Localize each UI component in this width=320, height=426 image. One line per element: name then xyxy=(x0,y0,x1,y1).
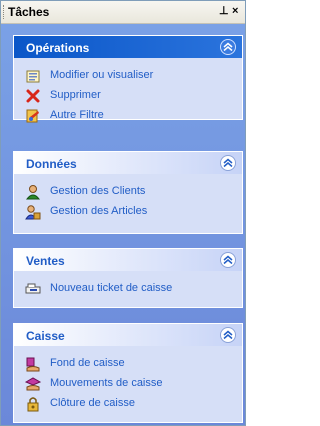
task-label: Gestion des Clients xyxy=(50,185,146,197)
cash-movements-icon xyxy=(25,377,41,391)
task-gestion-articles[interactable]: Gestion des Articles xyxy=(14,202,242,222)
cash-ticket-icon xyxy=(25,283,41,294)
group-header-donnees[interactable]: Données xyxy=(14,152,242,174)
task-autre-filtre[interactable]: Autre Filtre xyxy=(14,106,242,126)
collapse-chevron-icon[interactable] xyxy=(220,327,236,343)
collapse-chevron-icon[interactable] xyxy=(220,155,236,171)
task-nouveau-ticket[interactable]: Nouveau ticket de caisse xyxy=(14,279,242,299)
cash-closing-icon xyxy=(27,397,39,412)
task-label: Gestion des Articles xyxy=(50,205,148,217)
task-pane: Tâches ⊥ × Opérations Modifier ou visual… xyxy=(0,0,246,426)
group-title: Opérations xyxy=(26,41,90,55)
task-pane-title: Tâches xyxy=(8,5,50,19)
articles-person-icon xyxy=(25,205,41,220)
group-operations: Opérations Modifier ou visualiser Suppri… xyxy=(13,35,243,123)
close-icon[interactable]: × xyxy=(232,5,238,17)
task-label: Fond de caisse xyxy=(50,357,125,369)
task-label: Nouveau ticket de caisse xyxy=(50,282,173,294)
edit-document-icon xyxy=(26,70,40,83)
task-label: Autre Filtre xyxy=(50,109,104,121)
group-header-ventes[interactable]: Ventes xyxy=(14,249,242,271)
task-label: Mouvements de caisse xyxy=(50,377,163,389)
task-pane-titlebar: Tâches ⊥ × xyxy=(1,1,245,24)
task-label: Supprimer xyxy=(50,89,101,101)
group-title: Caisse xyxy=(26,329,65,343)
task-fond-de-caisse[interactable]: Fond de caisse xyxy=(14,354,242,374)
group-caisse: Caisse Fond de caisse Mouvements de cais… xyxy=(13,323,243,423)
task-supprimer[interactable]: Supprimer xyxy=(14,86,242,106)
delete-x-icon xyxy=(26,89,40,103)
task-cloture-caisse[interactable]: Clôture de caisse xyxy=(14,394,242,414)
task-modifier[interactable]: Modifier ou visualiser xyxy=(14,66,242,86)
group-donnees: Données Gestion des Clients Gestion des … xyxy=(13,151,243,234)
filter-icon xyxy=(26,109,39,123)
task-mouvements-caisse[interactable]: Mouvements de caisse xyxy=(14,374,242,394)
collapse-chevron-icon[interactable] xyxy=(220,252,236,268)
pin-icon[interactable]: ⊥ xyxy=(219,5,229,17)
collapse-chevron-icon[interactable] xyxy=(220,39,236,55)
group-ventes: Ventes Nouveau ticket de caisse xyxy=(13,248,243,308)
group-title: Données xyxy=(26,157,77,171)
task-pane-content: Opérations Modifier ou visualiser Suppri… xyxy=(1,24,245,425)
task-gestion-clients[interactable]: Gestion des Clients xyxy=(14,182,242,202)
cash-fund-icon xyxy=(26,357,40,372)
client-person-icon xyxy=(25,185,41,200)
group-header-caisse[interactable]: Caisse xyxy=(14,324,242,346)
drag-grip[interactable] xyxy=(3,5,6,19)
group-title: Ventes xyxy=(26,254,65,268)
task-label: Clôture de caisse xyxy=(50,397,135,409)
task-label: Modifier ou visualiser xyxy=(50,69,154,81)
group-header-operations[interactable]: Opérations xyxy=(14,36,242,58)
